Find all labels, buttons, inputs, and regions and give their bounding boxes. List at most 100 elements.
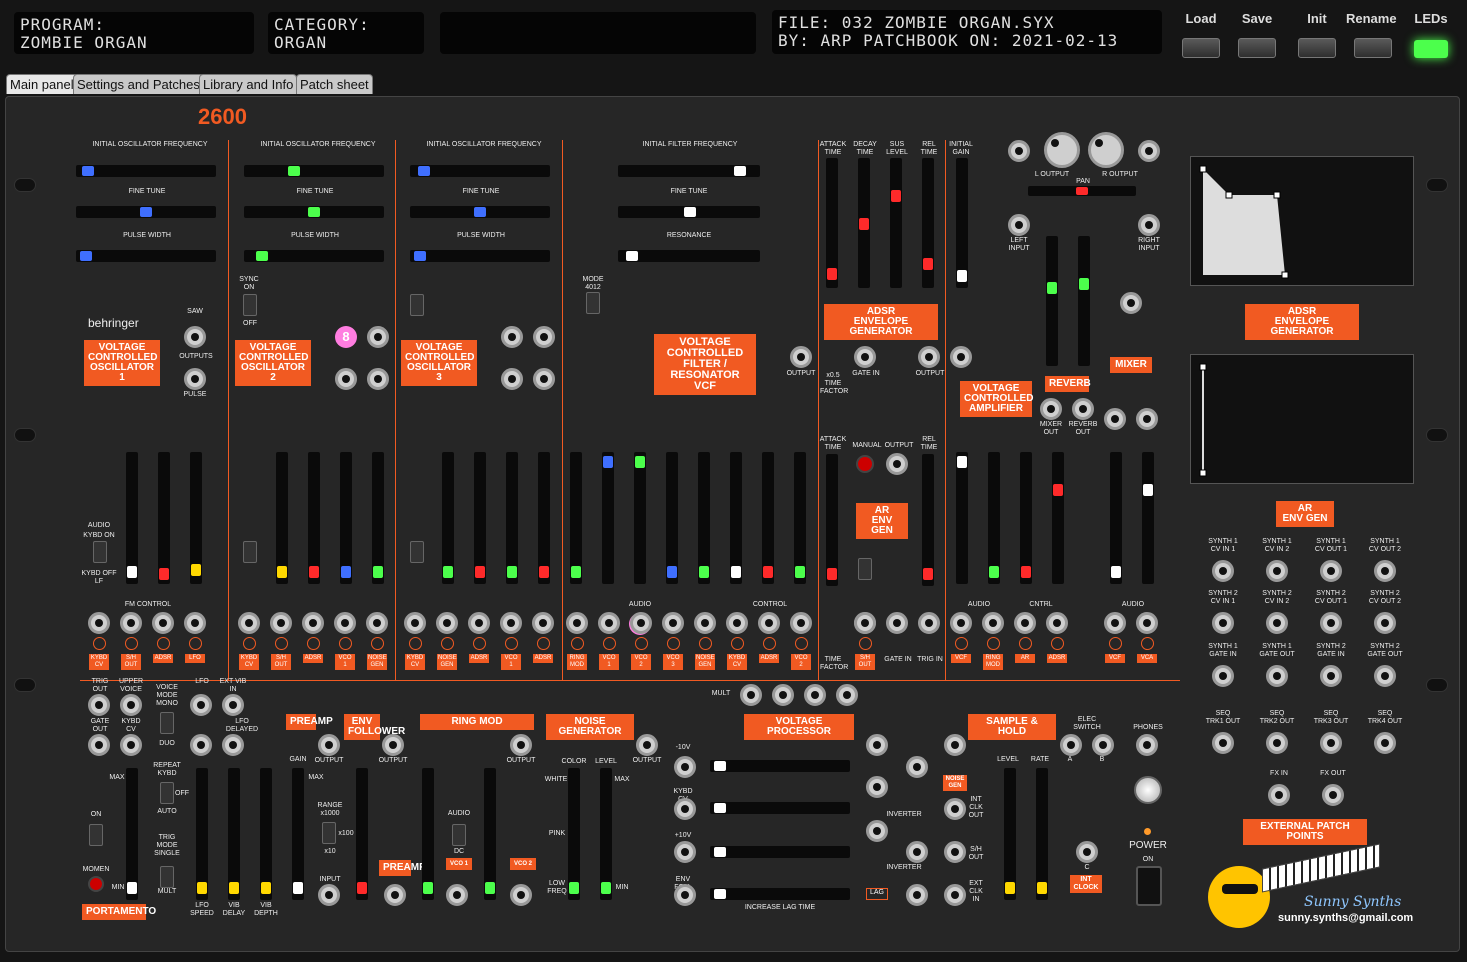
preamp-output-jack[interactable] [318,734,340,756]
attenuator-icon[interactable] [603,637,616,650]
slider-knob[interactable] [763,566,773,578]
vco1-fm-slider[interactable] [190,452,202,584]
tab-main-panel[interactable]: Main panel [6,74,78,94]
vp-slider-3[interactable] [710,846,850,858]
tab-settings-patches[interactable]: Settings and Patches [73,74,204,94]
attenuator-icon[interactable] [339,637,352,650]
adsr-sus-slider[interactable] [890,158,902,288]
right-aux-jack[interactable] [1138,140,1160,162]
repeat-switch[interactable] [160,782,174,804]
mod-input-jack[interactable] [630,612,652,634]
vco1-freq-slider[interactable] [76,165,216,177]
vco2-fm-slider[interactable] [276,452,288,584]
vco3-kybd-switch[interactable] [410,541,424,563]
vcf-mode-switch[interactable] [586,292,600,314]
slider-knob[interactable] [827,568,837,580]
vco3-saw-jack[interactable] [533,326,555,348]
vcf-mod-slider[interactable] [698,452,710,584]
switch-c-jack[interactable] [1076,841,1098,863]
vib-delay-slider[interactable] [228,768,240,900]
vco1-pulse-jack[interactable] [184,368,206,390]
vco3-pw-slider[interactable] [410,250,550,262]
r-output-jack[interactable] [1088,132,1124,168]
mixer-slider[interactable] [1142,452,1154,584]
mod-input-jack[interactable] [88,612,110,634]
vcf-mod-slider[interactable] [570,452,582,584]
slider-knob[interactable] [1021,566,1031,578]
vco1-fm-slider[interactable] [158,452,170,584]
env-follower-slider[interactable] [356,768,368,900]
mod-input-jack[interactable] [854,612,876,634]
portamento-slider[interactable] [126,768,138,900]
mod-input-jack[interactable] [436,612,458,634]
mod-input-jack[interactable] [982,612,1004,634]
vco3-fm-slider[interactable] [506,452,518,584]
vca-cntrl-slider[interactable] [1020,452,1032,584]
adsr-gate-in-jack[interactable] [854,346,876,368]
noise-output-jack[interactable] [636,734,658,756]
vco3-freq-slider[interactable] [410,165,550,177]
vco2-fine-slider[interactable] [244,206,384,218]
ext-clk-in-jack[interactable] [944,884,966,906]
sh-level-slider[interactable] [1004,768,1016,900]
attenuator-icon[interactable] [473,637,486,650]
ar-envelope-display[interactable] [1190,354,1414,484]
mod-input-jack[interactable] [468,612,490,634]
sh-rate-slider[interactable] [1036,768,1048,900]
mod-input-jack[interactable] [790,612,812,634]
kybd-cv-jack[interactable] [120,734,142,756]
attenuator-icon[interactable] [731,637,744,650]
attenuator-icon[interactable] [505,637,518,650]
lfo-out-jack[interactable] [190,694,212,716]
leds-toggle[interactable] [1414,40,1448,58]
mixer-in-jack[interactable] [1120,292,1142,314]
patch-point-jack[interactable] [1374,732,1396,754]
inverter2-out-jack[interactable] [906,841,928,863]
slider-knob[interactable] [140,207,152,217]
slider-knob[interactable] [507,566,517,578]
upper-voice-jack[interactable] [120,694,142,716]
slider-knob[interactable] [127,566,137,578]
slider-knob[interactable] [1037,882,1047,894]
slider-knob[interactable] [1143,484,1153,496]
slider-knob[interactable] [82,166,94,176]
int-clk-out-jack[interactable] [944,798,966,820]
slider-knob[interactable] [309,566,319,578]
slider-knob[interactable] [1111,566,1121,578]
attenuator-icon[interactable] [371,637,384,650]
slider-knob[interactable] [357,882,367,894]
adsr-attack-slider[interactable] [826,158,838,288]
patch-point-jack[interactable] [1374,665,1396,687]
slider-knob[interactable] [373,566,383,578]
reverb-mix-right-slider[interactable] [1078,236,1090,366]
slider-knob[interactable] [308,207,320,217]
vco3-fm-slider[interactable] [442,452,454,584]
vp-slider-4[interactable] [710,888,850,900]
ring-mod-switch[interactable] [452,824,466,846]
mult-jack-4[interactable] [836,684,858,706]
trig-out-jack[interactable] [88,694,110,716]
attenuator-icon[interactable] [763,637,776,650]
mod-input-jack[interactable] [366,612,388,634]
lfo-speed-slider[interactable] [196,768,208,900]
ar-attack-slider[interactable] [826,454,838,586]
vco3-fine-slider[interactable] [410,206,550,218]
slider-knob[interactable] [827,268,837,280]
sh-out-jack[interactable] [944,841,966,863]
attenuator-icon[interactable] [635,637,648,650]
vp-slider-2[interactable] [710,802,850,814]
pan-slider[interactable] [1028,186,1136,196]
vco2-pulse-jack[interactable] [367,368,389,390]
mod-input-jack[interactable] [270,612,292,634]
attenuator-icon[interactable] [859,637,872,650]
ext-vib-in-jack[interactable] [222,694,244,716]
ar-manual-button[interactable] [856,455,874,473]
ring-mod-output-jack[interactable] [510,734,532,756]
attenuator-icon[interactable] [571,637,584,650]
mod-input-jack[interactable] [302,612,324,634]
mod-input-jack[interactable] [334,612,356,634]
attenuator-icon[interactable] [189,637,202,650]
vco3-sine-jack[interactable] [501,368,523,390]
slider-knob[interactable] [1053,484,1063,496]
mod-input-jack[interactable] [184,612,206,634]
